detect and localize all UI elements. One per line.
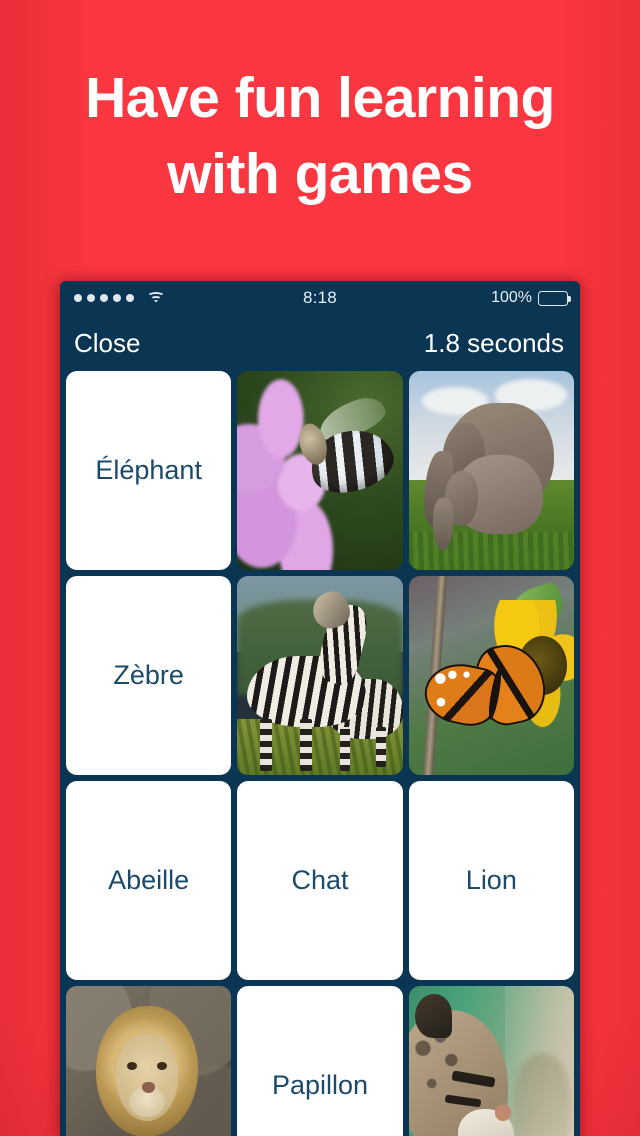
card-bee-text[interactable]: Abeille — [66, 781, 232, 980]
card-label: Chat — [291, 865, 349, 895]
card-bee-photo[interactable] — [237, 371, 403, 570]
monarch-butterfly-image — [408, 576, 574, 775]
card-label: Lion — [465, 865, 517, 895]
nav-bar: Close 1.8 seconds — [60, 315, 580, 371]
card-label: Éléphant — [95, 455, 202, 485]
battery-percent-label: 100% — [491, 289, 532, 306]
card-label: Abeille — [108, 865, 190, 895]
card-zebra-photo[interactable] — [237, 576, 403, 775]
card-elephant-text[interactable]: Éléphant — [66, 371, 232, 570]
status-bar-right: 100% — [491, 281, 571, 315]
memory-card-grid: Éléphant Zèbre Abeille Chat Lion Papillo… — [60, 371, 580, 1136]
close-button[interactable]: Close — [74, 315, 140, 371]
promo-headline-line1: Have fun learning — [85, 66, 555, 130]
card-lion-text[interactable]: Lion — [408, 781, 574, 980]
card-lion-photo[interactable] — [66, 986, 232, 1136]
elephants-image — [408, 371, 574, 570]
card-label: Zèbre — [113, 660, 184, 690]
timer-label: 1.8 seconds — [423, 327, 564, 358]
card-zebra-text[interactable]: Zèbre — [66, 576, 232, 775]
card-label: Papillon — [271, 1070, 369, 1100]
wild-cat-image — [408, 986, 574, 1136]
zebras-image — [237, 576, 403, 775]
promo-headline: Have fun learning with games — [0, 60, 640, 212]
card-butterfly-text[interactable]: Papillon — [237, 986, 403, 1136]
bee-on-flower-image — [237, 371, 403, 570]
card-cat-photo[interactable] — [408, 986, 574, 1136]
battery-icon — [538, 290, 571, 306]
promo-headline-line2: with games — [167, 142, 473, 206]
lion-image — [66, 986, 232, 1136]
card-butterfly-photo[interactable] — [408, 576, 574, 775]
phone-mockup: 8:18 100% Close 1.8 seconds Éléphant Zèb… — [60, 281, 580, 1136]
status-bar: 8:18 100% — [60, 281, 580, 315]
card-cat-text[interactable]: Chat — [237, 781, 403, 980]
card-elephant-photo[interactable] — [408, 371, 574, 570]
